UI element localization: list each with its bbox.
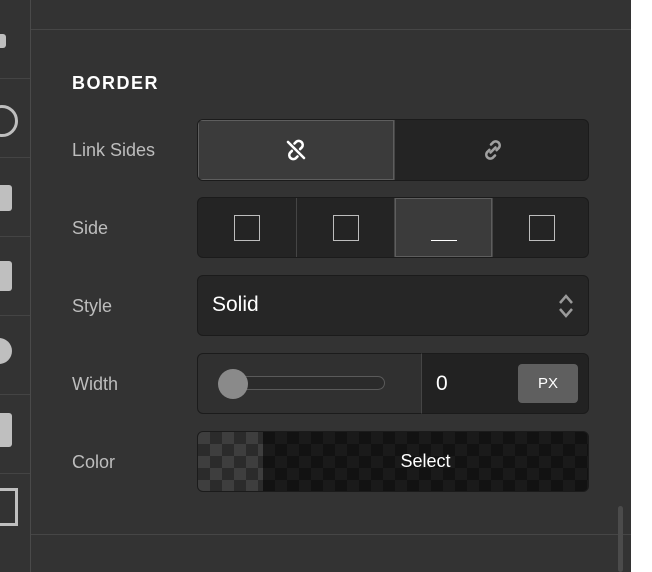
unit-button[interactable]: PX [518,364,578,403]
width-label: Width [72,374,119,394]
color-label: Color [72,452,116,472]
border-top-icon [234,214,260,241]
width-slider[interactable] [197,353,422,414]
color-swatch[interactable] [198,432,263,491]
rail-item[interactable] [0,316,30,395]
panel-scrollbar[interactable] [618,506,623,572]
window-edge [631,0,652,572]
rail-item[interactable] [0,237,30,316]
left-icon-rail [0,0,31,572]
section-divider-top [31,29,631,30]
side-top-button[interactable] [198,198,296,257]
rail-icon [0,185,12,211]
rail-item[interactable] [0,158,30,237]
link-icon [484,140,501,160]
select-arrows-icon [559,294,573,318]
side-selector [197,197,589,258]
border-bottom-icon [430,215,457,241]
style-select[interactable]: Solid [197,275,589,336]
style-select-value: Solid [212,293,259,316]
rail-icon [0,261,12,291]
width-input[interactable]: 0 [436,372,448,396]
rail-icon [0,105,18,137]
unlink-sides-button[interactable] [198,120,394,180]
section-title: BORDER [72,73,160,93]
link-sides-button[interactable] [394,120,588,180]
rail-icon [0,338,12,364]
link-sides-toggle [197,119,589,181]
side-bottom-button[interactable] [394,198,492,257]
rail-icon [0,34,6,48]
border-right-icon [332,214,359,241]
unlink-icon [286,139,306,161]
rail-icon [0,488,18,526]
color-picker[interactable]: Select [197,431,589,492]
link-sides-label: Link Sides [72,140,156,160]
rail-item[interactable] [0,79,30,158]
rail-item[interactable] [0,0,30,79]
slider-thumb[interactable] [218,369,248,399]
section-divider-bottom [31,534,631,535]
width-input-group: 0 PX [421,353,589,414]
border-left-icon [528,214,555,241]
rail-icon [0,413,12,447]
side-right-button[interactable] [296,198,394,257]
side-left-button[interactable] [492,198,588,257]
rail-item[interactable] [0,474,30,552]
side-label: Side [72,218,109,238]
color-select-button[interactable]: Select [263,432,588,491]
style-label: Style [72,296,113,316]
rail-item[interactable] [0,395,30,474]
